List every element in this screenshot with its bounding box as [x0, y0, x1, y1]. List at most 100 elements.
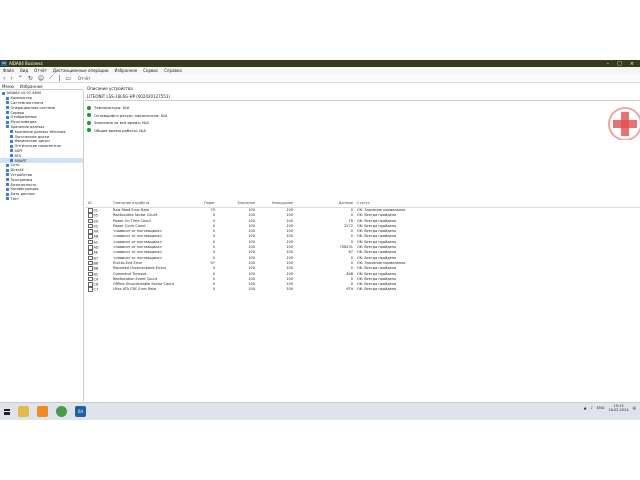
cell-value: 100	[248, 208, 255, 212]
cell-id: AA	[88, 229, 108, 234]
folder-icon[interactable]	[18, 406, 29, 417]
menu-view[interactable]: Вид	[20, 68, 28, 73]
check-row: Общее время работы: N/A	[87, 127, 167, 135]
back-icon[interactable]: ‹	[3, 75, 5, 82]
report-icon[interactable]: ▭	[65, 75, 71, 82]
cell-description: Reallocated Sector Count	[113, 213, 158, 218]
cell-id: 01	[88, 208, 108, 213]
tree-node-icon	[6, 183, 9, 187]
cell-value: 100	[248, 287, 255, 292]
tree-node-icon	[6, 173, 9, 177]
language-indicator[interactable]: ENG	[597, 406, 605, 410]
minimize-button[interactable]: –	[607, 61, 610, 67]
cell-description: Raw Read Error Rate	[113, 208, 150, 212]
vlc-icon[interactable]	[37, 406, 48, 417]
window-title: AIDA64 Business	[9, 61, 43, 66]
menu-favorites[interactable]: Избранное	[114, 68, 137, 73]
red-cross-icon	[608, 107, 640, 140]
cell-worst: 100	[286, 276, 293, 281]
cell-data: 0	[350, 239, 353, 244]
tab-favorites[interactable]: Избранное	[20, 84, 43, 89]
network-icon[interactable]: ▲	[584, 406, 587, 410]
forward-icon[interactable]: ›	[10, 75, 12, 82]
sidebar-item[interactable]: Тест	[0, 197, 83, 202]
cell-status: OK: Всегда пройдено	[357, 229, 397, 234]
sidebar-item-label: Тест	[10, 196, 19, 201]
device-name[interactable]: LITEONIT LSS-16L6G-HP (002420127551)	[87, 94, 170, 99]
table-header: ID Описание атрибута Порог Значение Наих…	[85, 201, 640, 208]
tree-node-icon	[6, 187, 9, 191]
cell-id-text: AB	[93, 234, 99, 239]
menu-remote[interactable]: Дистанционные операции	[53, 68, 109, 73]
close-button[interactable]: ×	[630, 61, 634, 67]
aida64-taskbar-icon[interactable]: 64	[75, 406, 86, 417]
cell-id: C4	[88, 276, 108, 282]
cell-data: 0	[350, 255, 353, 260]
checkbox-icon	[88, 218, 93, 224]
sidebar-item-label: DirectX	[10, 168, 24, 173]
cell-threshold: 0	[212, 245, 215, 250]
sidebar-item-label: Физические диски	[14, 139, 50, 144]
tree-node-icon	[2, 91, 5, 95]
cell-data: 2272	[344, 223, 353, 228]
cell-data: 78	[348, 218, 353, 223]
col-status[interactable]: Статус	[357, 201, 370, 205]
user-icon[interactable]: ☺	[38, 75, 44, 82]
cell-data: 0	[350, 282, 353, 287]
cell-description: Command Timeout	[113, 271, 147, 276]
chrome-icon[interactable]	[56, 406, 67, 417]
check-label: Оставшийся ресурс накопителя: N/A	[94, 112, 168, 118]
cell-worst: 100	[286, 282, 293, 287]
maximize-button[interactable]: □	[617, 61, 622, 67]
notification-icon[interactable]: ▤	[633, 406, 636, 410]
sidebar-item-label: Хранение данных	[10, 124, 45, 129]
checkbox-icon	[88, 234, 93, 239]
col-worst[interactable]: Наихудшее	[271, 201, 293, 205]
tab-menu[interactable]: Меню	[2, 84, 14, 89]
volume-icon[interactable]: ♪	[591, 406, 593, 410]
cell-description: <зависит от поставщика>	[113, 234, 163, 239]
sidebar-item-label: Конфигурация	[10, 187, 39, 192]
report-button[interactable]: Отчёт	[78, 76, 91, 81]
clock-date: 16.02.2024	[608, 408, 629, 413]
table-row[interactable]: C7 Ultra ATA CRC Error Rate 0 100 100 679 OK: …	[85, 287, 640, 292]
cell-threshold: 0	[212, 250, 215, 255]
col-data[interactable]: Данные	[321, 201, 353, 205]
col-value[interactable]: Значение	[233, 201, 255, 205]
cell-status: OK: Всегда пройдено	[357, 276, 397, 281]
tree-node-icon	[10, 154, 13, 158]
sidebar-tabs: Меню Избранное	[0, 84, 84, 90]
col-description[interactable]: Описание атрибута	[113, 201, 149, 205]
menu-help[interactable]: Справка	[164, 68, 182, 73]
menu-report[interactable]: Отчёт	[34, 68, 47, 73]
cell-id-text: C7	[93, 287, 99, 292]
windows-start-icon[interactable]	[4, 408, 10, 415]
col-id[interactable]: ID	[88, 201, 108, 205]
cell-status: OK: Всегда пройдено	[357, 250, 397, 255]
check-row: Записано за всё время: N/A	[87, 119, 167, 127]
tree-node-icon	[6, 120, 9, 124]
cell-description: <зависит от поставщика>	[113, 245, 163, 250]
cell-description: <зависит от поставщика>	[113, 250, 163, 255]
menu-file[interactable]: Файл	[3, 68, 14, 73]
cell-status: OK: Всегда пройдено	[357, 218, 397, 223]
cell-value: 100	[248, 218, 255, 223]
sidebar-item-label: Сервер	[10, 110, 25, 115]
cell-worst: 100	[286, 266, 293, 271]
menu-tools[interactable]: Сервис	[143, 68, 158, 73]
checkbox-icon	[88, 213, 93, 218]
check-label: Температура: N/A	[94, 105, 130, 111]
refresh-icon[interactable]: ↻	[28, 75, 33, 82]
title-bar: 64 AIDA64 Business – □ ×	[0, 60, 640, 67]
clock[interactable]: 15:13 16.02.2024	[609, 404, 629, 412]
up-icon[interactable]: ⌃	[18, 75, 23, 82]
ok-icon	[87, 113, 91, 118]
tree-node-icon	[6, 163, 9, 167]
chart-icon[interactable]: ⟋	[49, 74, 53, 82]
tree-node-icon	[10, 135, 13, 139]
cell-threshold: 0	[212, 239, 215, 244]
col-threshold[interactable]: Порог	[193, 201, 215, 205]
checkbox-icon	[88, 255, 93, 261]
cell-id: 0C	[88, 223, 108, 229]
check-row: Оставшийся ресурс накопителя: N/A	[87, 112, 167, 120]
